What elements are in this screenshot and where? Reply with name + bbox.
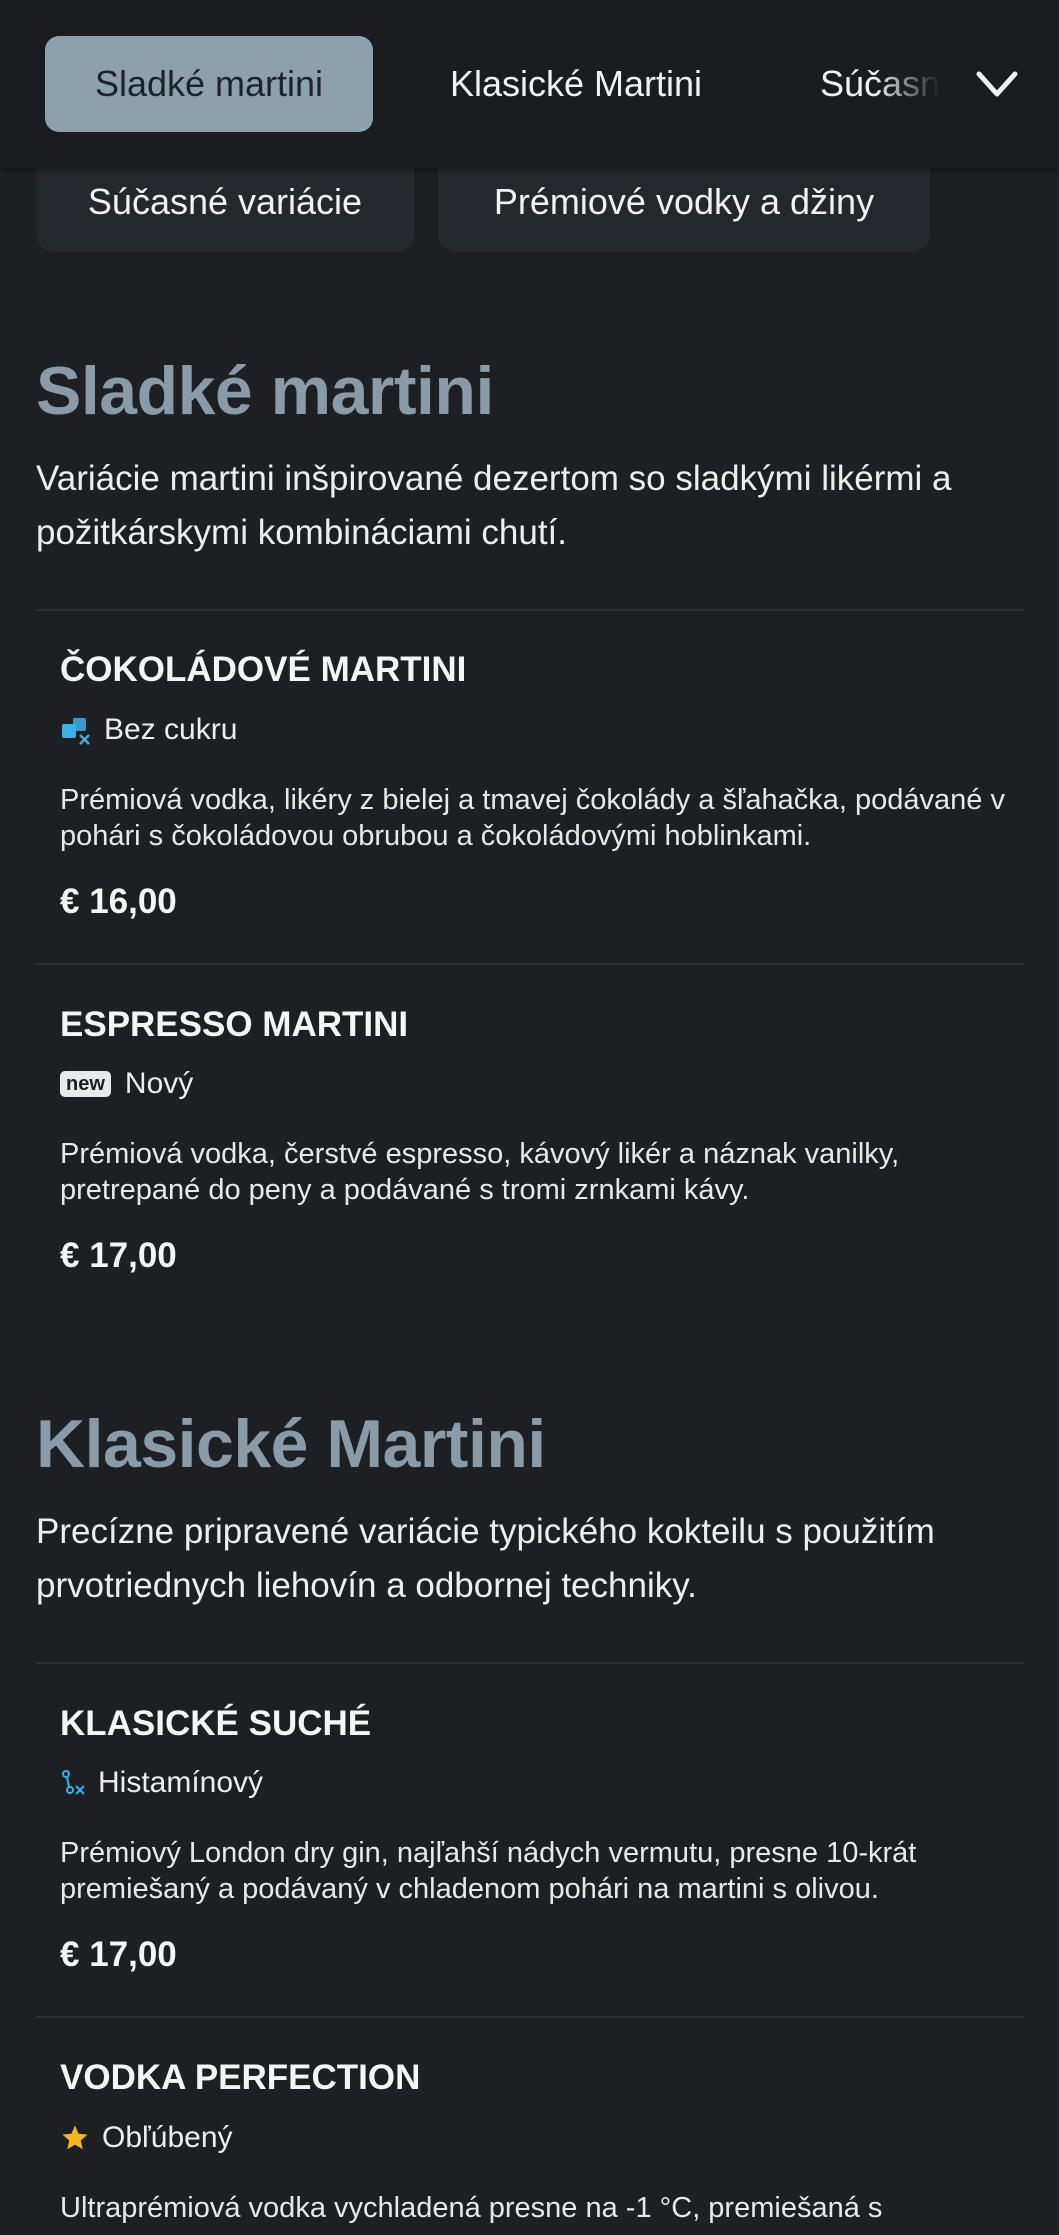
divider (36, 609, 1024, 611)
menu-item-name[interactable]: KLASICKÉ SUCHÉ (60, 1704, 371, 1744)
menu-item-price: € 17,00 (60, 1935, 177, 1974)
section-title: Sladké martini (36, 353, 494, 429)
tab-sweet-martini[interactable]: Sladké martini (45, 36, 373, 132)
histamine-icon (60, 1768, 86, 1798)
menu-item-name[interactable]: VODKA PERFECTION (60, 2058, 420, 2098)
sugar-free-icon (60, 714, 92, 746)
section-title: Klasické Martini (36, 1406, 546, 1482)
badge-label: Nový (124, 1067, 194, 1100)
menu-item-name[interactable]: ESPRESSO MARTINI (60, 1005, 408, 1045)
divider (36, 963, 1024, 965)
dietary-badge: Bez cukru (60, 710, 237, 750)
menu-item-description: Prémiová vodka, čerstvé espresso, kávový… (60, 1138, 900, 1206)
menu-item-price: € 16,00 (60, 882, 177, 921)
menu-item-description: Prémiový London dry gin, najľahší nádych… (60, 1837, 917, 1905)
menu-item-name[interactable]: ČOKOLÁDOVÉ MARTINI (60, 650, 466, 690)
menu-item-description: Prémiová vodka, likéry z bielej a tmavej… (60, 784, 1005, 852)
badge-label: Histamínový (98, 1766, 264, 1799)
menu-item-price: € 17,00 (60, 1236, 177, 1275)
pill-premium-vodkas-gins[interactable]: Prémiové vodky a džiny (438, 160, 930, 252)
category-nav: Sladké martini Klasické Martini Súčasné … (0, 0, 1059, 168)
tab-classic-martini[interactable]: Klasické Martini (414, 36, 738, 132)
section-description: Precízne pripravené variácie typického k… (36, 1512, 935, 1605)
new-tag-icon: new (60, 1071, 111, 1097)
pill-contemporary-variations[interactable]: Súčasné variácie (36, 160, 414, 252)
dietary-badge: Histamínový (60, 1763, 263, 1803)
section-description: Variácie martini inšpirované dezertom so… (36, 459, 952, 552)
divider (36, 1662, 1024, 1664)
star-icon (60, 2123, 90, 2153)
category-overflow: Súčasné variácie Prémiové vodky a džiny (0, 160, 1059, 252)
badge-label: Obľúbený (102, 2121, 233, 2154)
popular-badge: Obľúbený (60, 2118, 233, 2158)
new-badge: new Nový (60, 1064, 193, 1104)
tab-contemporary-variations[interactable]: Súčasné variácie (820, 36, 940, 132)
menu-item-description: Ultraprémiová vodka vychladená presne na… (60, 2192, 883, 2224)
divider (36, 2016, 1024, 2018)
chevron-down-icon[interactable] (973, 64, 1021, 104)
badge-label: Bez cukru (104, 713, 238, 746)
